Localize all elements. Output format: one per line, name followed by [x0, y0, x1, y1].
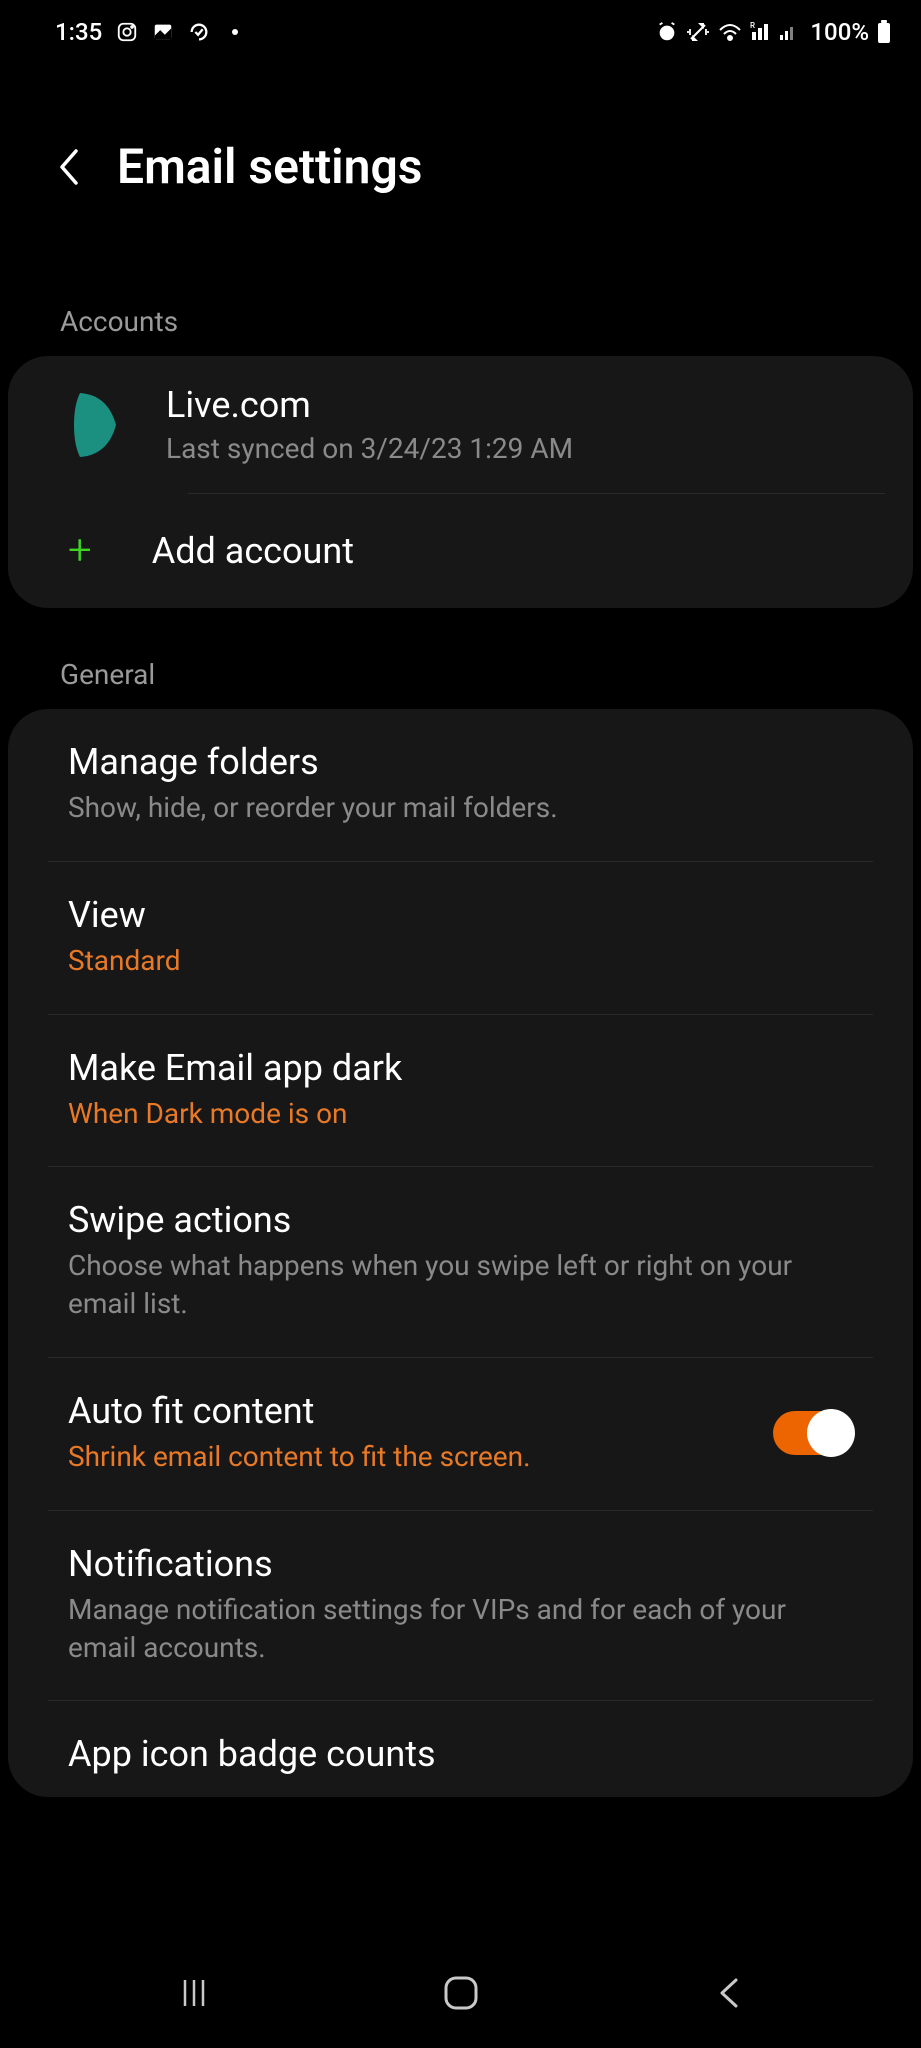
account-row-live[interactable]: Live.com Last synced on 3/24/23 1:29 AM	[8, 356, 913, 493]
accounts-card: Live.com Last synced on 3/24/23 1:29 AM …	[8, 356, 913, 608]
setting-dark-mode[interactable]: Make Email app dark When Dark mode is on	[8, 1015, 913, 1167]
battery-icon	[877, 20, 891, 44]
status-left: 1:35	[55, 18, 238, 46]
auto-fit-toggle[interactable]	[773, 1411, 853, 1455]
setting-subtitle: Choose what happens when you swipe left …	[68, 1247, 853, 1323]
setting-auto-fit[interactable]: Auto fit content Shrink email content to…	[8, 1358, 913, 1510]
setting-subtitle: Shrink email content to fit the screen.	[68, 1438, 753, 1476]
setting-subtitle: Standard	[68, 942, 853, 980]
setting-manage-folders[interactable]: Manage folders Show, hide, or reorder yo…	[8, 709, 913, 861]
instagram-icon	[116, 21, 138, 43]
check-circle-icon	[188, 21, 210, 43]
setting-title: Auto fit content	[68, 1390, 753, 1432]
gallery-icon	[152, 21, 174, 43]
accounts-section-label: Accounts	[0, 305, 921, 356]
account-sync-status: Last synced on 3/24/23 1:29 AM	[166, 432, 873, 465]
setting-swipe-actions[interactable]: Swipe actions Choose what happens when y…	[8, 1167, 913, 1357]
add-account-label: Add account	[152, 530, 354, 572]
setting-title: App icon badge counts	[68, 1733, 853, 1775]
setting-subtitle: Show, hide, or reorder your mail folders…	[68, 789, 853, 827]
signal-icon	[778, 22, 798, 42]
setting-notifications[interactable]: Notifications Manage notification settin…	[8, 1511, 913, 1701]
setting-title: View	[68, 894, 853, 936]
battery-percent: 100%	[810, 18, 869, 46]
alarm-icon	[656, 21, 678, 43]
setting-subtitle: Manage notification settings for VIPs an…	[68, 1591, 853, 1667]
wifi-icon	[718, 22, 742, 42]
back-button[interactable]	[55, 146, 81, 188]
general-card: Manage folders Show, hide, or reorder yo…	[8, 709, 913, 1797]
signal-roaming-icon: R	[750, 22, 770, 42]
setting-badge-counts[interactable]: App icon badge counts	[8, 1701, 913, 1797]
recents-button[interactable]	[144, 1976, 244, 2010]
vibrate-icon	[686, 20, 710, 44]
setting-title: Swipe actions	[68, 1199, 853, 1241]
svg-text:R: R	[750, 22, 755, 30]
plus-icon: +	[68, 530, 92, 572]
navigation-bar	[0, 1938, 921, 2048]
setting-title: Make Email app dark	[68, 1047, 853, 1089]
add-account-row[interactable]: + Add account	[8, 494, 913, 608]
general-section-label: General	[0, 658, 921, 709]
setting-title: Notifications	[68, 1543, 853, 1585]
setting-title: Manage folders	[68, 741, 853, 783]
home-button[interactable]	[411, 1974, 511, 2012]
header: Email settings	[0, 56, 921, 245]
dot-icon	[232, 29, 238, 35]
account-avatar-icon	[58, 385, 118, 465]
setting-subtitle: When Dark mode is on	[68, 1095, 853, 1133]
back-nav-button[interactable]	[678, 1976, 778, 2010]
status-bar: 1:35 R 100%	[0, 0, 921, 56]
status-right: R 100%	[656, 18, 891, 46]
status-time: 1:35	[55, 18, 102, 46]
page-title: Email settings	[117, 138, 422, 195]
setting-view[interactable]: View Standard	[8, 862, 913, 1014]
account-name: Live.com	[166, 384, 873, 426]
